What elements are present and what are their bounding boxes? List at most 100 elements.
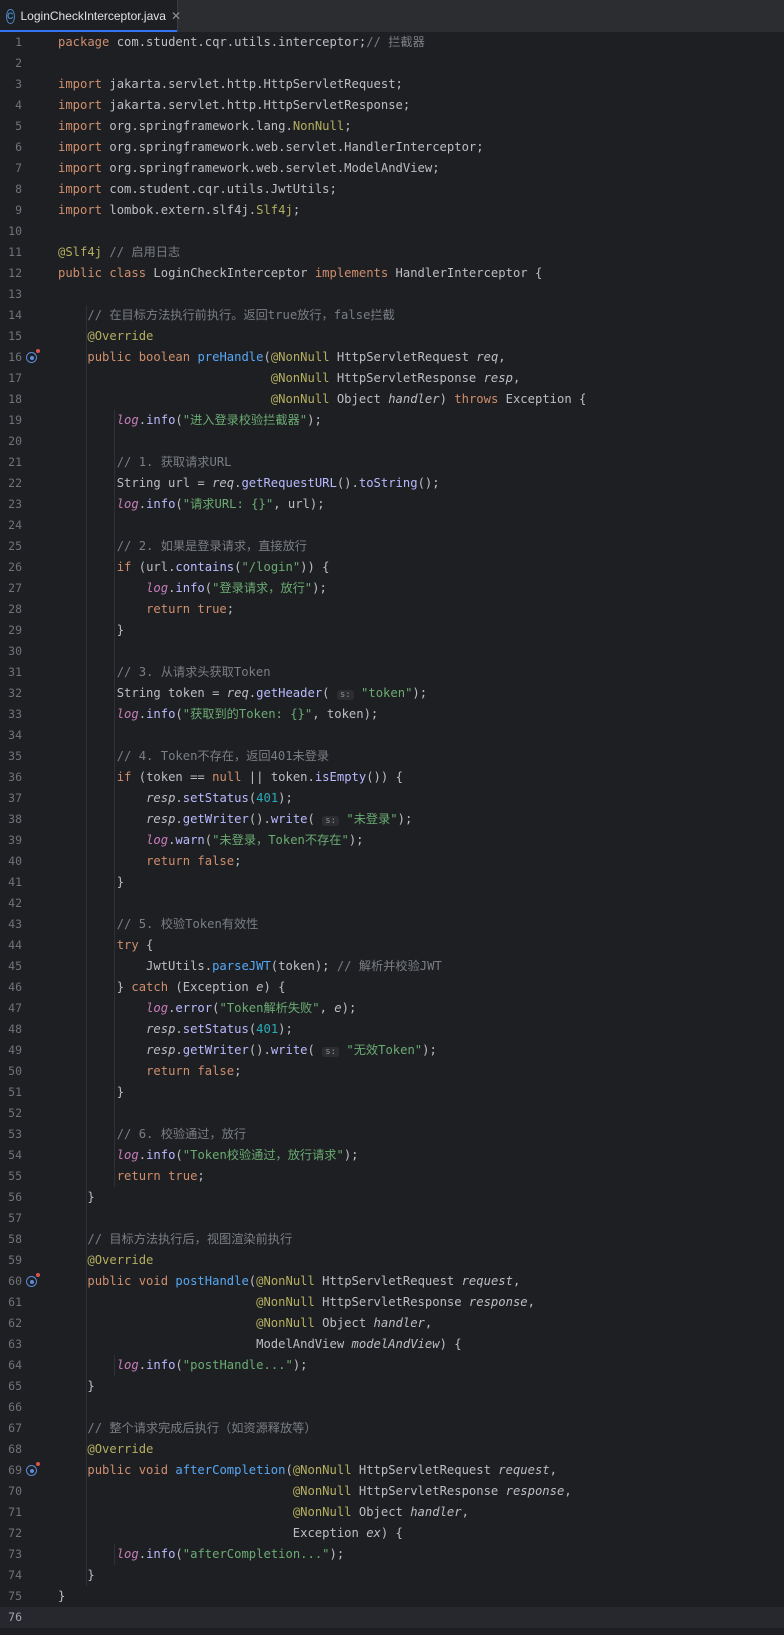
code-line[interactable]: 1 package com.student.cqr.utils.intercept… bbox=[0, 32, 784, 53]
code-line[interactable]: 65 } bbox=[0, 1376, 784, 1397]
code-line[interactable]: 15 @Override bbox=[0, 326, 784, 347]
line-number[interactable]: 57 bbox=[0, 1208, 22, 1229]
code-line[interactable]: 42 bbox=[0, 893, 784, 914]
code-line[interactable]: 53 // 6. 校验通过，放行 bbox=[0, 1124, 784, 1145]
code-line[interactable]: 48 resp.setStatus(401); bbox=[0, 1019, 784, 1040]
code-line[interactable]: 39 log.warn("未登录，Token不存在"); bbox=[0, 830, 784, 851]
line-number[interactable]: 67 bbox=[0, 1418, 22, 1439]
code-line[interactable]: 16 public boolean preHandle(@NonNull Htt… bbox=[0, 347, 784, 368]
line-number[interactable]: 30 bbox=[0, 641, 22, 662]
line-number[interactable]: 59 bbox=[0, 1250, 22, 1271]
line-number[interactable]: 40 bbox=[0, 851, 22, 872]
line-number[interactable]: 48 bbox=[0, 1019, 22, 1040]
override-method-icon[interactable] bbox=[26, 1465, 37, 1476]
line-number[interactable]: 10 bbox=[0, 221, 22, 242]
code-line[interactable]: 69 public void afterCompletion(@NonNull … bbox=[0, 1460, 784, 1481]
code-line[interactable]: 18 @NonNull Object handler) throws Excep… bbox=[0, 389, 784, 410]
line-number[interactable]: 50 bbox=[0, 1061, 22, 1082]
code-line[interactable]: 33 log.info("获取到的Token: {}", token); bbox=[0, 704, 784, 725]
code-line[interactable]: 44 try { bbox=[0, 935, 784, 956]
line-number[interactable]: 35 bbox=[0, 746, 22, 767]
code-line[interactable]: 60 public void postHandle(@NonNull HttpS… bbox=[0, 1271, 784, 1292]
code-line[interactable]: 34 bbox=[0, 725, 784, 746]
line-number[interactable]: 61 bbox=[0, 1292, 22, 1313]
line-number[interactable]: 41 bbox=[0, 872, 22, 893]
code-line[interactable]: 76 bbox=[0, 1607, 784, 1628]
file-tab[interactable]: C LoginCheckInterceptor.java ✕ bbox=[0, 0, 181, 32]
line-number[interactable]: 42 bbox=[0, 893, 22, 914]
code-line[interactable]: 10 bbox=[0, 221, 784, 242]
code-line[interactable]: 45 JwtUtils.parseJWT(token); // 解析并校验JWT bbox=[0, 956, 784, 977]
code-line[interactable]: 7 import org.springframework.web.servlet.… bbox=[0, 158, 784, 179]
line-number[interactable]: 60 bbox=[0, 1271, 22, 1292]
code-line[interactable]: 17 @NonNull HttpServletResponse resp, bbox=[0, 368, 784, 389]
code-line[interactable]: 13 bbox=[0, 284, 784, 305]
code-line[interactable]: 56 } bbox=[0, 1187, 784, 1208]
line-number[interactable]: 44 bbox=[0, 935, 22, 956]
line-number[interactable]: 52 bbox=[0, 1103, 22, 1124]
line-number[interactable]: 27 bbox=[0, 578, 22, 599]
line-number[interactable]: 26 bbox=[0, 557, 22, 578]
code-line[interactable]: 54 log.info("Token校验通过，放行请求"); bbox=[0, 1145, 784, 1166]
code-line[interactable]: 50 return false; bbox=[0, 1061, 784, 1082]
code-line[interactable]: 30 bbox=[0, 641, 784, 662]
line-number[interactable]: 38 bbox=[0, 809, 22, 830]
line-number[interactable]: 75 bbox=[0, 1586, 22, 1607]
code-line[interactable]: 74 } bbox=[0, 1565, 784, 1586]
line-number[interactable]: 68 bbox=[0, 1439, 22, 1460]
line-number[interactable]: 14 bbox=[0, 305, 22, 326]
line-number[interactable]: 16 bbox=[0, 347, 22, 368]
line-number[interactable]: 64 bbox=[0, 1355, 22, 1376]
line-number[interactable]: 2 bbox=[0, 53, 22, 74]
code-line[interactable]: 57 bbox=[0, 1208, 784, 1229]
line-number[interactable]: 73 bbox=[0, 1544, 22, 1565]
line-number[interactable]: 34 bbox=[0, 725, 22, 746]
line-number[interactable]: 28 bbox=[0, 599, 22, 620]
override-method-icon[interactable] bbox=[26, 1276, 37, 1287]
code-line[interactable]: 47 log.error("Token解析失败", e); bbox=[0, 998, 784, 1019]
line-number[interactable]: 31 bbox=[0, 662, 22, 683]
line-number[interactable]: 18 bbox=[0, 389, 22, 410]
line-number[interactable]: 37 bbox=[0, 788, 22, 809]
line-number[interactable]: 46 bbox=[0, 977, 22, 998]
line-number[interactable]: 36 bbox=[0, 767, 22, 788]
line-number[interactable]: 55 bbox=[0, 1166, 22, 1187]
code-line[interactable]: 29 } bbox=[0, 620, 784, 641]
code-line[interactable]: 52 bbox=[0, 1103, 784, 1124]
line-number[interactable]: 4 bbox=[0, 95, 22, 116]
code-line[interactable]: 72 Exception ex) { bbox=[0, 1523, 784, 1544]
code-line[interactable]: 2 bbox=[0, 53, 784, 74]
line-number[interactable]: 15 bbox=[0, 326, 22, 347]
line-number[interactable]: 71 bbox=[0, 1502, 22, 1523]
code-line[interactable]: 4 import jakarta.servlet.http.HttpServlet… bbox=[0, 95, 784, 116]
line-number[interactable]: 70 bbox=[0, 1481, 22, 1502]
line-number[interactable]: 8 bbox=[0, 179, 22, 200]
code-line[interactable]: 20 bbox=[0, 431, 784, 452]
code-line[interactable]: 9 import lombok.extern.slf4j.Slf4j; bbox=[0, 200, 784, 221]
code-line[interactable]: 22 String url = req.getRequestURL().toSt… bbox=[0, 473, 784, 494]
line-number[interactable]: 58 bbox=[0, 1229, 22, 1250]
code-line[interactable]: 51 } bbox=[0, 1082, 784, 1103]
code-line[interactable]: 11 @Slf4j // 启用日志 bbox=[0, 242, 784, 263]
code-line[interactable]: 55 return true; bbox=[0, 1166, 784, 1187]
line-number[interactable]: 12 bbox=[0, 263, 22, 284]
line-number[interactable]: 7 bbox=[0, 158, 22, 179]
line-number[interactable]: 21 bbox=[0, 452, 22, 473]
code-line[interactable]: 19 log.info("进入登录校验拦截器"); bbox=[0, 410, 784, 431]
code-line[interactable]: 66 bbox=[0, 1397, 784, 1418]
line-number[interactable]: 11 bbox=[0, 242, 22, 263]
code-line[interactable]: 21 // 1. 获取请求URL bbox=[0, 452, 784, 473]
code-line[interactable]: 31 // 3. 从请求头获取Token bbox=[0, 662, 784, 683]
line-number[interactable]: 63 bbox=[0, 1334, 22, 1355]
code-line[interactable]: 23 log.info("请求URL: {}", url); bbox=[0, 494, 784, 515]
line-number[interactable]: 49 bbox=[0, 1040, 22, 1061]
line-number[interactable]: 19 bbox=[0, 410, 22, 431]
code-line[interactable]: 36 if (token == null || token.isEmpty())… bbox=[0, 767, 784, 788]
code-line[interactable]: 25 // 2. 如果是登录请求，直接放行 bbox=[0, 536, 784, 557]
line-number[interactable]: 47 bbox=[0, 998, 22, 1019]
code-line[interactable]: 41 } bbox=[0, 872, 784, 893]
line-number[interactable]: 56 bbox=[0, 1187, 22, 1208]
code-line[interactable]: 58 // 目标方法执行后，视图渲染前执行 bbox=[0, 1229, 784, 1250]
line-number[interactable]: 24 bbox=[0, 515, 22, 536]
code-line[interactable]: 14 // 在目标方法执行前执行。返回true放行，false拦截 bbox=[0, 305, 784, 326]
